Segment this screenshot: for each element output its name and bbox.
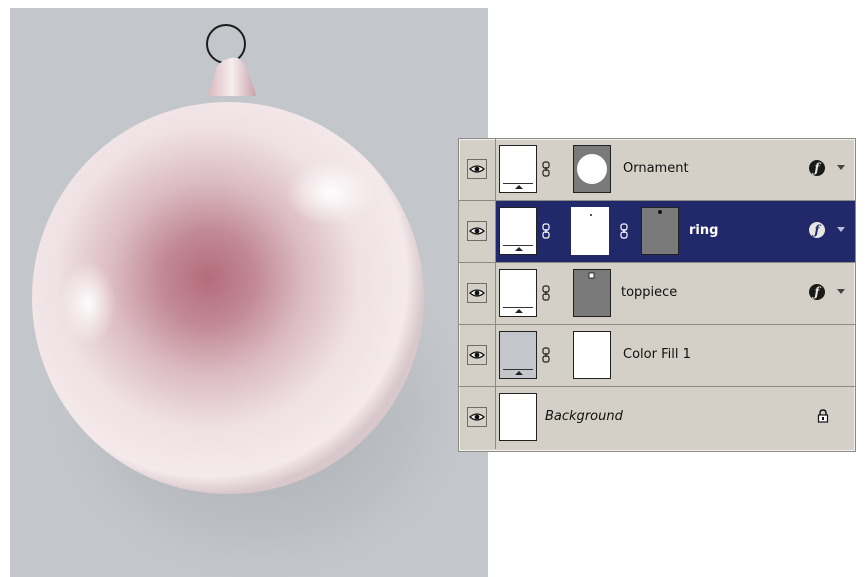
effects-icon[interactable]: ƒ: [809, 284, 825, 300]
link-chain-icon[interactable]: [619, 223, 629, 239]
background-thumbnail[interactable]: [499, 393, 537, 441]
ornament-highlight-right: [285, 161, 375, 225]
vector-mask-thumbnail[interactable]: [641, 207, 679, 255]
visibility-cell: [459, 387, 496, 449]
layer-row-color-fill-1[interactable]: Color Fill 1: [459, 325, 855, 387]
visibility-cell: [459, 325, 496, 386]
color-fill-thumbnail[interactable]: [499, 331, 537, 379]
link-chain-icon[interactable]: [541, 161, 551, 177]
ornament-artwork: [32, 24, 480, 577]
visibility-cell: [459, 139, 496, 200]
layer-mask-thumbnail[interactable]: [571, 207, 609, 255]
link-chain-icon[interactable]: [541, 347, 551, 363]
link-chain-icon[interactable]: [541, 285, 551, 301]
layer-mask-thumbnail[interactable]: [573, 331, 611, 379]
visibility-cell: [459, 263, 496, 324]
expand-effects-arrow-icon[interactable]: [837, 227, 845, 232]
layer-name[interactable]: Background: [545, 409, 623, 424]
visibility-cell: [459, 201, 496, 262]
eye-icon[interactable]: [467, 159, 487, 179]
ornament-highlight-left: [60, 261, 116, 345]
adjustment-thumbnail[interactable]: [499, 269, 537, 317]
eye-icon[interactable]: [467, 283, 487, 303]
adjustment-thumbnail[interactable]: [499, 207, 537, 255]
expand-effects-arrow-icon[interactable]: [837, 165, 845, 170]
layer-mask-thumbnail[interactable]: [573, 145, 611, 193]
link-chain-icon[interactable]: [541, 223, 551, 239]
effects-icon[interactable]: ƒ: [809, 222, 825, 238]
lock-icon: [817, 409, 829, 423]
layer-row-ornament[interactable]: Ornament ƒ: [459, 139, 855, 201]
ornament-toppiece: [208, 57, 256, 96]
adjustment-thumbnail[interactable]: [499, 145, 537, 193]
layer-name[interactable]: toppiece: [621, 285, 677, 300]
eye-icon[interactable]: [467, 345, 487, 365]
layer-row-background[interactable]: Background: [459, 387, 855, 449]
layer-mask-thumbnail[interactable]: [573, 269, 611, 317]
eye-icon[interactable]: [467, 221, 487, 241]
layer-row-ring[interactable]: ring ƒ: [459, 201, 855, 263]
document-canvas[interactable]: [10, 8, 488, 577]
layer-name[interactable]: Ornament: [623, 161, 689, 176]
layer-row-toppiece[interactable]: toppiece ƒ: [459, 263, 855, 325]
eye-icon[interactable]: [467, 407, 487, 427]
layer-name[interactable]: Color Fill 1: [623, 347, 691, 362]
ornament-ring: [206, 24, 246, 64]
layer-name[interactable]: ring: [689, 223, 718, 238]
effects-icon[interactable]: ƒ: [809, 160, 825, 176]
expand-effects-arrow-icon[interactable]: [837, 289, 845, 294]
layers-panel: Ornament ƒ ring ƒ toppiece ƒ Color Fill …: [458, 138, 856, 452]
